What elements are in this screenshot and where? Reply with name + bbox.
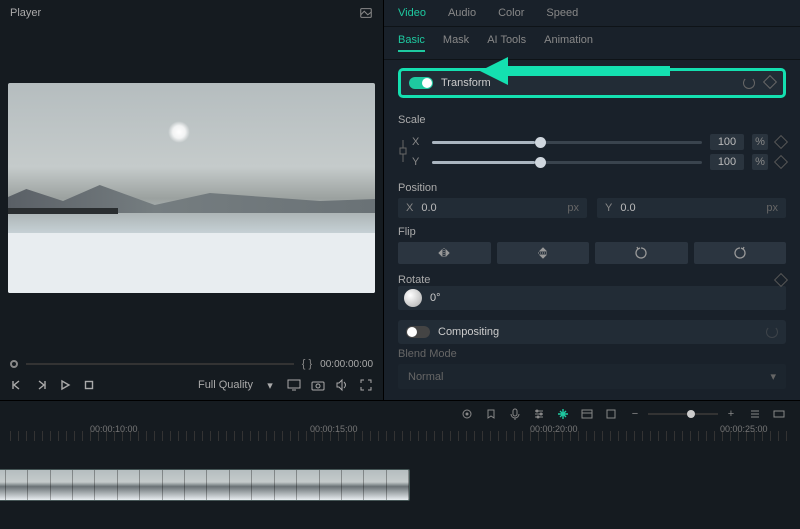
timeline-settings-icon[interactable] (748, 407, 762, 421)
tab-video[interactable]: Video (398, 7, 426, 19)
timecode: 00:00:00:00 (320, 359, 373, 370)
volume-icon[interactable] (335, 378, 349, 392)
video-preview[interactable] (0, 26, 383, 350)
position-y-field[interactable]: Y 0.0 px (597, 198, 786, 218)
rotate-ccw-button[interactable] (595, 242, 688, 264)
scale-x-slider[interactable] (432, 141, 702, 144)
scale-y-value[interactable]: 100 (710, 154, 744, 170)
scale-x-label: X (412, 136, 424, 148)
fullscreen-icon[interactable] (359, 378, 373, 392)
scale-y-unit: % (752, 154, 768, 170)
flip-horizontal-button[interactable] (398, 242, 491, 264)
inspector-panel: Video Audio Color Speed Basic Mask AI To… (384, 0, 800, 400)
list-icon[interactable] (580, 407, 594, 421)
camera-icon[interactable] (311, 378, 325, 392)
blend-mode-select[interactable]: Normal ▾ (398, 364, 786, 389)
timeline-more-icon[interactable] (772, 407, 786, 421)
rotate-wheel-icon[interactable] (404, 289, 422, 307)
rotate-cw-button[interactable] (694, 242, 787, 264)
position-label: Position (398, 182, 786, 194)
compositing-section-header[interactable]: Compositing (398, 320, 786, 344)
transform-toggle[interactable] (409, 77, 433, 89)
transform-section-header[interactable]: Transform (398, 68, 786, 98)
mic-icon[interactable] (508, 407, 522, 421)
transform-label: Transform (441, 77, 491, 89)
chevron-down-icon: ▾ (770, 370, 776, 383)
adjust-icon[interactable] (532, 407, 546, 421)
expand-icon[interactable] (604, 407, 618, 421)
timeline-panel: − + 00:00:10:00 00:00:15:00 00:00:20:00 … (0, 400, 800, 529)
rotate-label: Rotate (398, 274, 430, 286)
flip-vertical-button[interactable] (497, 242, 590, 264)
display-icon[interactable] (287, 378, 301, 392)
rotate-control[interactable]: 0° (398, 286, 786, 310)
zoom-in-icon[interactable]: + (724, 407, 738, 421)
tab-color[interactable]: Color (498, 7, 524, 19)
play-button[interactable] (58, 378, 72, 392)
compositing-toggle[interactable] (406, 326, 430, 338)
scrub-bar[interactable]: { } 00:00:00:00 (10, 358, 373, 370)
snapshot-icon[interactable] (359, 6, 373, 20)
keyframe-scale-y-icon[interactable] (774, 155, 788, 169)
marker-icon[interactable] (460, 407, 474, 421)
position-x-field[interactable]: X 0.0 px (398, 198, 587, 218)
timeline-ruler[interactable]: 00:00:10:00 00:00:15:00 00:00:20:00 00:0… (0, 427, 800, 431)
scale-label: Scale (398, 114, 786, 126)
in-out-brackets[interactable]: { } (302, 358, 312, 370)
player-title: Player (10, 7, 41, 19)
scale-y-slider[interactable] (432, 161, 702, 164)
tab-audio[interactable]: Audio (448, 7, 476, 19)
scale-x-unit: % (752, 134, 768, 150)
player-panel: Player { } 00:00:00:00 (0, 0, 384, 400)
tab-speed[interactable]: Speed (546, 7, 578, 19)
tag-icon[interactable] (484, 407, 498, 421)
keyframe-scale-x-icon[interactable] (774, 135, 788, 149)
blend-mode-label: Blend Mode (398, 348, 786, 360)
next-frame-button[interactable] (34, 378, 48, 392)
stop-button[interactable] (82, 378, 96, 392)
prev-frame-button[interactable] (10, 378, 24, 392)
reset-transform-icon[interactable] (743, 77, 755, 89)
scale-x-value[interactable]: 100 (710, 134, 744, 150)
subtab-aitools[interactable]: AI Tools (487, 34, 526, 52)
zoom-slider[interactable] (648, 413, 718, 415)
keyframe-rotate-icon[interactable] (774, 273, 788, 287)
timeline-clip[interactable] (0, 469, 410, 501)
lock-aspect-icon[interactable] (398, 138, 408, 167)
subtab-mask[interactable]: Mask (443, 34, 469, 52)
zoom-out-icon[interactable]: − (628, 407, 642, 421)
reset-compositing-icon[interactable] (766, 326, 778, 338)
compositing-label: Compositing (438, 326, 499, 338)
subtab-basic[interactable]: Basic (398, 34, 425, 52)
scale-y-label: Y (412, 156, 424, 168)
playhead-start-icon[interactable] (10, 360, 18, 368)
chevron-down-icon[interactable]: ▾ (263, 378, 277, 392)
subtab-animation[interactable]: Animation (544, 34, 593, 52)
flip-label: Flip (398, 226, 786, 238)
rotate-value: 0° (430, 292, 441, 304)
keyframe-transform-icon[interactable] (763, 75, 777, 89)
quality-selector[interactable]: Full Quality (198, 379, 253, 391)
snap-icon[interactable] (556, 407, 570, 421)
